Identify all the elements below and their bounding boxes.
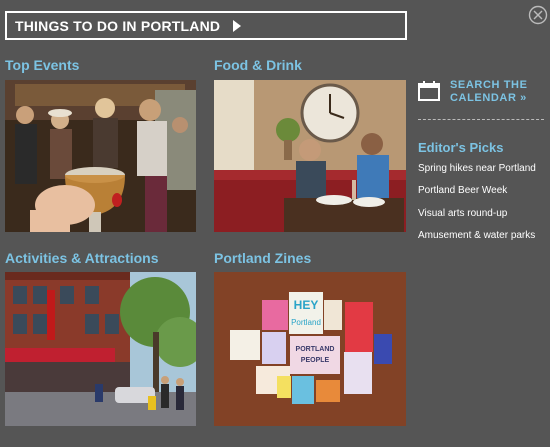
things-to-do-header-button[interactable]: THINGS TO DO IN PORTLAND — [5, 11, 407, 40]
pick-link-visual-arts[interactable]: Visual arts round-up — [418, 208, 507, 219]
section-title-top-events[interactable]: Top Events — [5, 57, 79, 73]
section-title-portland-zines[interactable]: Portland Zines — [214, 250, 311, 266]
section-title-food-drink[interactable]: Food & Drink — [214, 57, 302, 73]
top-events-image[interactable] — [5, 80, 196, 232]
editors-picks-title: Editor's Picks — [418, 140, 504, 155]
zine-people-subtitle: PEOPLE — [301, 357, 330, 364]
food-drink-image[interactable] — [214, 80, 406, 232]
activities-attractions-image[interactable] — [5, 272, 196, 426]
sidebar-divider — [418, 119, 544, 120]
header-title: THINGS TO DO IN PORTLAND — [15, 17, 221, 34]
pick-link-amusement-parks[interactable]: Amusement & water parks — [418, 230, 535, 241]
search-calendar-link[interactable]: SEARCH THE CALENDAR » — [418, 79, 548, 107]
zine-hey-title: HEY — [294, 298, 319, 312]
zine-people-title: PORTLAND — [296, 346, 335, 353]
portland-zines-image[interactable]: HEY Portland PORTLAND PEOPLE — [214, 272, 406, 426]
zine-hey-subtitle: Portland — [291, 318, 321, 327]
section-title-activities-attractions[interactable]: Activities & Attractions — [5, 250, 159, 266]
calendar-icon — [418, 81, 440, 101]
arrow-right-icon — [233, 19, 242, 32]
search-calendar-label-line1: SEARCH THE — [450, 79, 528, 91]
search-calendar-label-line2: CALENDAR » — [450, 92, 527, 104]
pick-link-beer-week[interactable]: Portland Beer Week — [418, 185, 507, 196]
close-icon[interactable] — [528, 5, 548, 25]
pick-link-spring-hikes[interactable]: Spring hikes near Portland — [418, 163, 536, 174]
